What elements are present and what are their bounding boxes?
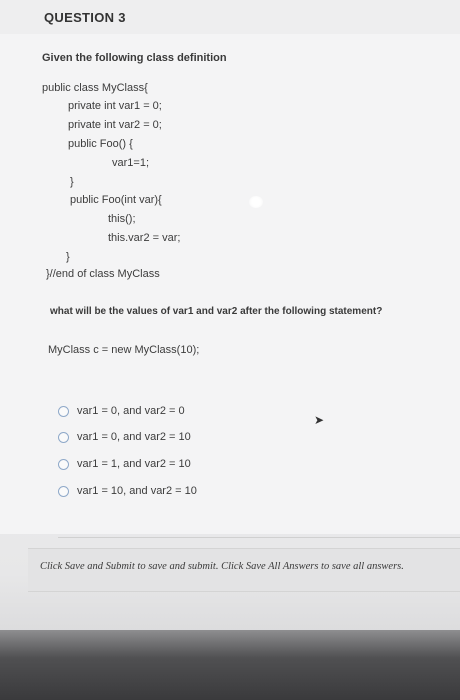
answer-option[interactable]: var1 = 1, and var2 = 10	[58, 456, 191, 472]
screen-bezel	[0, 630, 460, 700]
option-label: var1 = 1, and var2 = 10	[77, 458, 191, 470]
submit-instructions: Click Save and Submit to save and submit…	[28, 548, 460, 592]
radio-button[interactable]	[58, 405, 69, 417]
code-line: private int var2 = 0;	[68, 119, 162, 131]
divider	[58, 537, 460, 538]
code-line: }	[70, 176, 74, 188]
mouse-cursor-icon: ➤	[314, 413, 325, 427]
option-label: var1 = 0, and var2 = 10	[77, 431, 191, 443]
code-line: }	[66, 251, 70, 263]
question-text: what will be the values of var1 and var2…	[50, 306, 383, 317]
quiz-page: QUESTION 3 Given the following class def…	[0, 0, 460, 700]
option-label: var1 = 0, and var2 = 0	[77, 405, 185, 417]
code-line: private int var1 = 0;	[68, 100, 162, 112]
code-line: public class MyClass{	[42, 82, 148, 94]
question-prompt: Given the following class definition	[42, 52, 227, 64]
code-line: this.var2 = var;	[108, 232, 181, 244]
answer-option[interactable]: var1 = 0, and var2 = 0	[58, 403, 185, 419]
screen-glare	[249, 196, 263, 208]
code-line: }//end of class MyClass	[46, 268, 160, 280]
code-line: var1=1;	[112, 157, 149, 169]
code-line: public Foo() {	[68, 138, 133, 150]
code-statement: MyClass c = new MyClass(10);	[48, 344, 200, 356]
code-line: this();	[108, 213, 136, 225]
question-header: QUESTION 3	[0, 0, 460, 35]
footer-text: Click Save and Submit to save and submit…	[40, 561, 404, 572]
answer-option[interactable]: var1 = 10, and var2 = 10	[58, 483, 197, 499]
radio-button[interactable]	[58, 431, 69, 443]
radio-button[interactable]	[58, 485, 69, 497]
question-number: QUESTION 3	[44, 10, 126, 25]
answer-option[interactable]: var1 = 0, and var2 = 10	[58, 429, 191, 445]
radio-button[interactable]	[58, 458, 69, 470]
option-label: var1 = 10, and var2 = 10	[77, 485, 197, 497]
code-line: public Foo(int var){	[70, 194, 162, 206]
